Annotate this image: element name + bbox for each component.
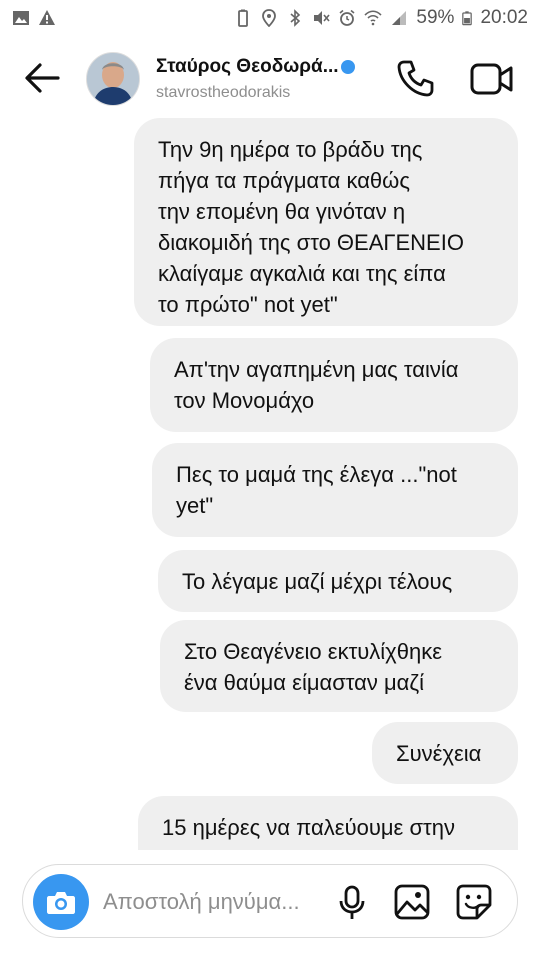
- message-composer: [22, 864, 518, 938]
- wifi-icon: [364, 10, 382, 26]
- message-thread[interactable]: Την 9η ημέρα το βράδυ της πήγα τα πράγμα…: [0, 118, 540, 850]
- image-notification-icon: [13, 11, 29, 25]
- camera-button[interactable]: [33, 874, 89, 930]
- message-text: Συνέχεια: [396, 741, 482, 766]
- message-bubble[interactable]: Την 9η ημέρα το βράδυ της πήγα τα πράγμα…: [134, 118, 518, 326]
- message-text: Την 9η ημέρα το βράδυ της πήγα τα πράγμα…: [158, 137, 464, 317]
- contact-name-text: Σταύρος Θεοδωρά...: [156, 56, 339, 77]
- warning-icon: [39, 10, 55, 25]
- avatar[interactable]: [86, 52, 140, 106]
- camera-icon: [47, 892, 75, 914]
- location-icon: [262, 9, 277, 27]
- mute-icon: [314, 11, 331, 25]
- gallery-icon[interactable]: [393, 883, 431, 921]
- message-text: Στο Θεαγένειο εκτυλίχθηκε ένα θαύμα είμα…: [184, 639, 443, 695]
- message-bubble[interactable]: 15 ημέρες να παλεύουμε στην: [138, 796, 518, 850]
- message-text: Απ'την αγαπημένη μας ταινία τον Μονομάχο: [174, 357, 459, 413]
- chat-header: Σταύρος Θεοδωρά... stavrostheodorakis: [0, 38, 540, 118]
- message-bubble[interactable]: Το λέγαμε μαζί μέχρι τέλους: [158, 550, 518, 612]
- sticker-icon[interactable]: [455, 883, 493, 921]
- battery-saver-icon: [238, 9, 249, 27]
- contact-username: stavrostheodorakis: [156, 84, 291, 101]
- microphone-icon[interactable]: [335, 885, 369, 921]
- message-bubble[interactable]: Συνέχεια: [372, 722, 518, 784]
- message-text: Το λέγαμε μαζί μέχρι τέλους: [182, 569, 453, 594]
- verified-badge-icon: [340, 59, 355, 74]
- message-bubble[interactable]: Στο Θεαγένειο εκτυλίχθηκε ένα θαύμα είμα…: [160, 620, 518, 712]
- alarm-icon: [339, 9, 355, 26]
- message-bubble[interactable]: Απ'την αγαπημένη μας ταινία τον Μονομάχο: [150, 338, 518, 432]
- battery-icon: [462, 11, 473, 26]
- message-input[interactable]: [101, 881, 345, 923]
- phone-call-icon[interactable]: [396, 58, 436, 98]
- message-text: 15 ημέρες να παλεύουμε στην: [162, 815, 455, 840]
- profile-photo: [87, 53, 139, 105]
- message-bubble[interactable]: Πες το μαμά της έλεγα ..."not yet": [152, 443, 518, 537]
- back-arrow-icon[interactable]: [22, 60, 62, 96]
- battery-percentage: 59%: [416, 7, 455, 28]
- signal-icon: [392, 11, 407, 25]
- contact-name[interactable]: Σταύρος Θεοδωρά...: [156, 56, 355, 78]
- bluetooth-icon: [290, 9, 301, 27]
- status-bar: 59% 20:02: [0, 0, 540, 36]
- clock-time: 20:02: [480, 7, 528, 28]
- message-text: Πες το μαμά της έλεγα ..."not yet": [176, 462, 457, 518]
- video-call-icon[interactable]: [470, 62, 514, 96]
